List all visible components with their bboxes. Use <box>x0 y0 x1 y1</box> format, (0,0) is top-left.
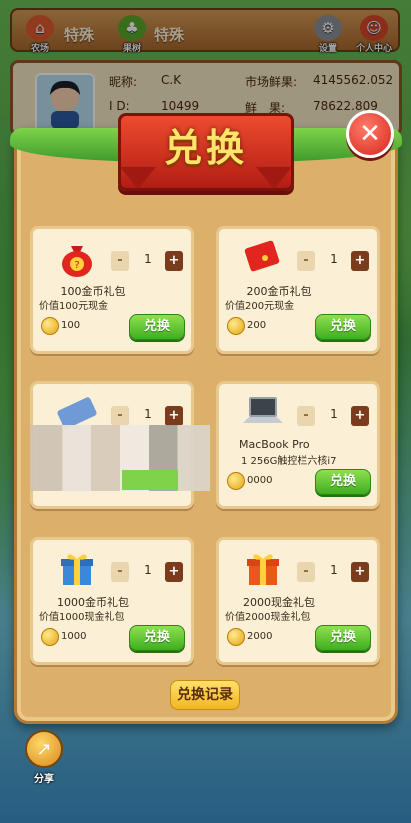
decrease-button[interactable]: - <box>297 251 315 271</box>
increase-button[interactable]: + <box>351 406 369 426</box>
decrease-button[interactable]: - <box>297 406 315 426</box>
pixelated-redaction <box>30 425 210 491</box>
exchange-records-button[interactable]: 兑换记录 <box>170 680 240 710</box>
item-price: 200 <box>247 320 267 331</box>
quantity-value: 1 <box>330 252 338 266</box>
quantity-stepper: - 1 + <box>297 251 369 271</box>
item-desc: 价值2000现金礼包 <box>225 612 311 623</box>
exchange-button[interactable]: 兑换 <box>315 625 371 651</box>
item-price: 2000 <box>247 631 273 642</box>
quantity-stepper: - 1 + <box>111 251 183 271</box>
laptop-icon <box>235 392 291 434</box>
increase-button[interactable]: + <box>165 251 183 271</box>
quantity-stepper: - 1 + <box>111 562 183 582</box>
item-desc: 价值100元现金 <box>39 301 109 312</box>
share-label: 分享 <box>34 774 54 785</box>
item-name: MacBook Pro <box>239 438 310 451</box>
red-envelope-icon <box>235 237 291 279</box>
item-card: - 1 + 200金币礼包 价值200元现金 200 兑换 <box>216 226 380 354</box>
increase-button[interactable]: + <box>165 562 183 582</box>
gift-box-red-icon <box>235 548 291 590</box>
coin-icon <box>227 472 245 490</box>
pixelated-redaction-button <box>122 470 178 490</box>
quantity-stepper: - 1 + <box>111 406 183 426</box>
decrease-button[interactable]: - <box>297 562 315 582</box>
item-desc: 价值1000现金礼包 <box>39 612 125 623</box>
decrease-button[interactable]: - <box>111 562 129 582</box>
item-price: 0000 <box>247 475 273 486</box>
close-icon: ✕ <box>359 119 381 149</box>
quantity-value: 1 <box>330 563 338 577</box>
close-button[interactable]: ✕ <box>346 110 394 158</box>
coin-icon <box>227 628 245 646</box>
increase-button[interactable]: + <box>351 562 369 582</box>
money-bag-icon: ? <box>49 237 105 279</box>
decrease-button[interactable]: - <box>111 406 129 426</box>
exchange-button[interactable]: 兑换 <box>129 625 185 651</box>
increase-button[interactable]: + <box>165 406 183 426</box>
exchange-button[interactable]: 兑换 <box>129 314 185 340</box>
quantity-value: 1 <box>330 407 338 421</box>
quantity-value: 1 <box>144 252 152 266</box>
item-card: - 1 + 1000金币礼包 价值1000现金礼包 1000 兑换 <box>30 537 194 665</box>
item-card: - 1 + MacBook Pro 1 256G触控栏六核i7 0000 兑换 <box>216 381 380 509</box>
coin-icon <box>41 628 59 646</box>
decrease-button[interactable]: - <box>111 251 129 271</box>
svg-text:?: ? <box>74 260 79 271</box>
item-desc: 价值200元现金 <box>225 301 295 312</box>
item-card: ? - 1 + 100金币礼包 价值100元现金 100 兑换 <box>30 226 194 354</box>
exchange-button[interactable]: 兑换 <box>315 314 371 340</box>
coin-icon <box>227 317 245 335</box>
item-desc: 1 256G触控栏六核i7 <box>241 456 337 467</box>
exchange-button[interactable]: 兑换 <box>315 469 371 495</box>
share-button[interactable]: ↗ 分享 <box>22 730 66 790</box>
quantity-stepper: - 1 + <box>297 562 369 582</box>
coin-icon <box>41 317 59 335</box>
quantity-value: 1 <box>144 563 152 577</box>
quantity-value: 1 <box>144 407 152 421</box>
share-icon: ↗ <box>25 730 63 768</box>
gift-box-blue-icon <box>49 548 105 590</box>
item-price: 100 <box>61 320 81 331</box>
item-price: 1000 <box>61 631 87 642</box>
quantity-stepper: - 1 + <box>297 406 369 426</box>
item-card: - 1 + 2000现金礼包 价值2000现金礼包 2000 兑换 <box>216 537 380 665</box>
increase-button[interactable]: + <box>351 251 369 271</box>
modal-title: 兑换 <box>163 126 248 170</box>
